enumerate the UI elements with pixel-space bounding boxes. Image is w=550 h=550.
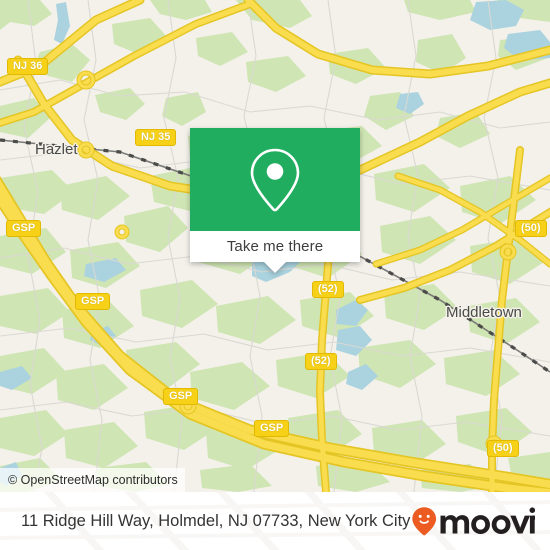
take-me-there-label: Take me there bbox=[226, 238, 324, 255]
road-shield-nj-35[interactable]: NJ 35 bbox=[135, 129, 177, 146]
map-pin-icon bbox=[248, 147, 302, 213]
road-shield-gsp-3[interactable]: GSP bbox=[163, 388, 199, 405]
popup-footer[interactable]: Take me there bbox=[190, 231, 360, 273]
moovit-logo[interactable] bbox=[411, 507, 535, 536]
map-attribution[interactable]: © OpenStreetMap contributors bbox=[0, 468, 185, 492]
address-bar: 11 Ridge Hill Way, Holmdel, NJ 07733, Ne… bbox=[0, 492, 550, 550]
moovit-wordmark bbox=[440, 507, 535, 534]
place-label-middletown: Middletown bbox=[446, 304, 522, 321]
map-canvas[interactable]: NJ 36 NJ 35 GSP GSP GSP GSP (52) (52) (5… bbox=[0, 0, 550, 492]
popup-pointer-tail bbox=[264, 262, 286, 273]
road-shield-route-52-north[interactable]: (52) bbox=[312, 281, 344, 298]
map-screenshot: NJ 36 NJ 35 GSP GSP GSP GSP (52) (52) (5… bbox=[0, 0, 550, 550]
moovit-pin-icon bbox=[412, 507, 437, 536]
road-shield-gsp-1[interactable]: GSP bbox=[6, 220, 42, 237]
road-shield-nj-36[interactable]: NJ 36 bbox=[7, 58, 49, 75]
road-shield-route-50-south[interactable]: (50) bbox=[487, 440, 519, 457]
road-shield-gsp-4[interactable]: GSP bbox=[254, 420, 290, 437]
popup-header bbox=[190, 128, 360, 231]
road-shield-route-52-south[interactable]: (52) bbox=[305, 353, 337, 370]
road-shield-gsp-2[interactable]: GSP bbox=[75, 293, 111, 310]
place-label-hazlet: Hazlet bbox=[35, 141, 78, 158]
road-shield-route-50-north[interactable]: (50) bbox=[515, 220, 547, 237]
address-label: 11 Ridge Hill Way, Holmdel, NJ 07733, Ne… bbox=[21, 512, 411, 530]
location-popup-card[interactable]: Take me there bbox=[190, 128, 360, 273]
